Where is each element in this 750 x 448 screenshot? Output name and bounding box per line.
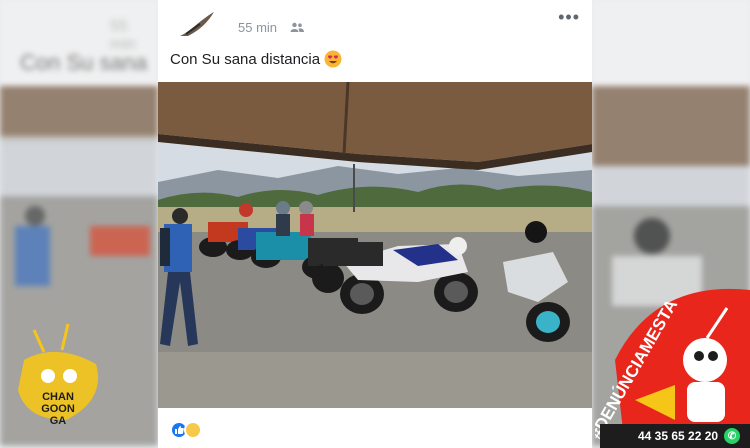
reaction-icons[interactable] — [170, 421, 202, 439]
phone-number-badge: 44 35 65 22 20 ✆ — [600, 424, 750, 448]
haha-reaction-icon — [184, 421, 202, 439]
post-timestamp[interactable]: 55 min — [238, 20, 277, 35]
post-header: 55 min ••• — [176, 8, 580, 44]
svg-text:GOON: GOON — [41, 403, 75, 415]
post-photo[interactable] — [158, 82, 592, 408]
motorcycles-photo — [158, 82, 592, 408]
caption-text: Con Su sana distancia — [170, 50, 321, 68]
blurred-caption: Con Su sana — [20, 50, 148, 75]
heart-eyes-emoji-icon — [324, 50, 342, 68]
friends-icon — [290, 22, 304, 32]
more-options-icon[interactable]: ••• — [558, 8, 580, 26]
denunciamesta-badge: #DENÚNCIAMESTA — [595, 288, 750, 448]
blurred-timestamp: 55 min — [110, 18, 136, 53]
svg-text:CHAN: CHAN — [42, 391, 74, 403]
changoonga-logo: CHAN GOON GA — [18, 323, 98, 427]
avatar[interactable] — [178, 10, 218, 40]
whatsapp-icon: ✆ — [724, 428, 741, 444]
svg-text:GA: GA — [50, 415, 67, 427]
phone-number: 44 35 65 22 20 — [638, 429, 719, 443]
post-card: 55 min ••• Con Su sana distancia — [158, 0, 592, 448]
post-caption: Con Su sana distancia — [170, 50, 342, 68]
